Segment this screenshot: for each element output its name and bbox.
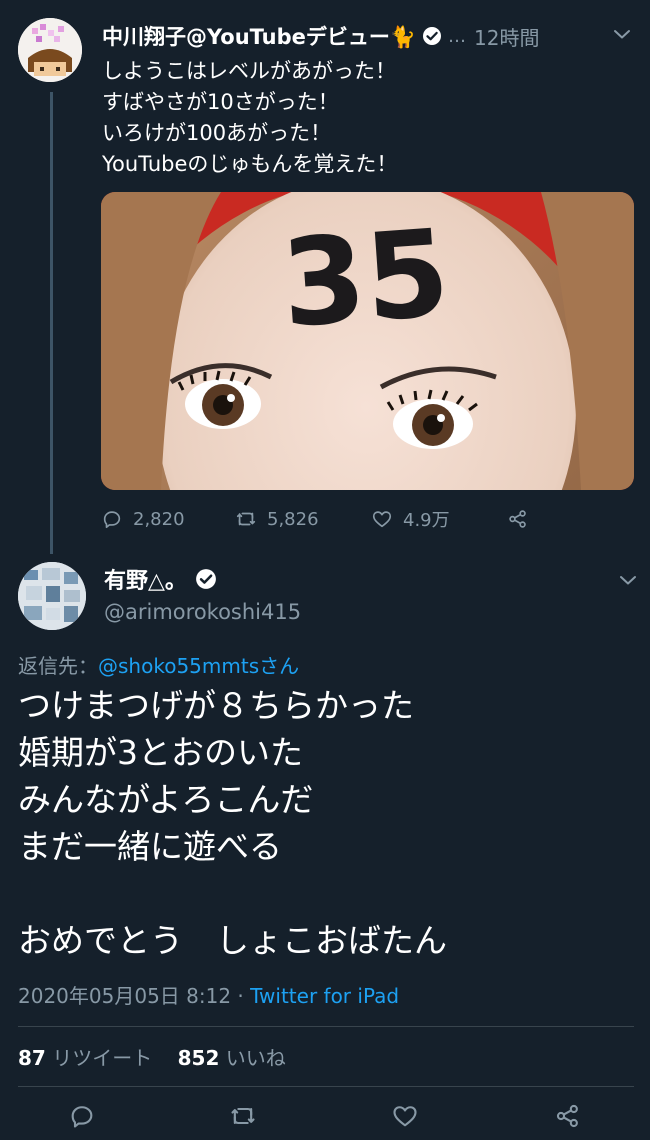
author-handle[interactable]: @arimorokoshi415	[104, 600, 301, 624]
avatar[interactable]	[18, 18, 82, 82]
retweet-count: 5,826	[267, 508, 319, 530]
reply-icon	[103, 511, 121, 529]
thread-connector-line	[50, 92, 53, 554]
tweet-line: しようこはレベルがあがった！	[102, 59, 396, 83]
likes-label: いいね	[225, 1046, 286, 1070]
tweet-header: 中川翔子@YouTubeデビュー🐈 … 12時間	[102, 20, 634, 52]
reply-line	[18, 870, 630, 917]
source-link[interactable]: Twitter for iPad	[250, 984, 399, 1008]
retweets-count: 87	[18, 1046, 46, 1070]
tweet-line: いろけが100あがった！	[102, 121, 332, 145]
reply-count: 2,820	[133, 508, 185, 530]
like-button[interactable]: 4.9万	[371, 506, 507, 532]
share-button[interactable]	[507, 508, 539, 530]
separator-dots: …	[448, 25, 467, 47]
like-icon	[372, 511, 392, 528]
engagement-stats: 87 リツイート 852 いいね	[18, 1042, 286, 1071]
tweet-meta: 2020年05月05日 8:12 · Twitter for iPad	[18, 980, 399, 1009]
retweets-stat[interactable]: 87 リツイート	[18, 1046, 152, 1070]
reply-to-line: 返信先：@shoko55mmtsさん	[18, 650, 299, 679]
divider	[18, 1086, 634, 1087]
tweet-time[interactable]: 12時間	[474, 22, 539, 51]
like-count: 4.9万	[403, 510, 450, 531]
retweets-label: リツイート	[52, 1046, 153, 1070]
tweet-action-bar: 2,820 5,826 4.9万	[101, 505, 541, 533]
likes-count: 852	[177, 1046, 220, 1070]
tweet-detail-screen: 中川翔子@YouTubeデビュー🐈 … 12時間 しようこはレベルがあがった！ …	[0, 0, 650, 1140]
reply-line: つけまつげが８ちらかった	[18, 686, 414, 725]
tweet-text: しようこはレベルがあがった！ すばやさが10さがった！ いろけが100あがった！…	[102, 56, 632, 180]
verified-badge-icon	[422, 26, 442, 46]
reply-line: まだ一緒に遊べる	[18, 827, 282, 866]
reply-action-bar	[0, 1100, 650, 1136]
reply-text: つけまつげが８ちらかった 婚期が3とおのいた みんながよろこんだ まだ一緒に遊べ…	[18, 682, 630, 964]
timestamp: 2020年05月05日 8:12 ·	[18, 984, 251, 1008]
retweet-icon[interactable]	[229, 1102, 257, 1130]
divider	[18, 1026, 634, 1027]
retweet-icon	[236, 512, 256, 526]
reply-button[interactable]: 2,820	[101, 508, 235, 530]
share-icon[interactable]	[554, 1102, 582, 1130]
photo-forehead-number: 35	[277, 204, 453, 354]
tweet-line: すばやさが10さがった！	[102, 90, 339, 114]
reply-to-mention[interactable]: @shoko55mmtsさん	[98, 654, 299, 678]
like-icon[interactable]	[391, 1102, 419, 1130]
retweet-button[interactable]: 5,826	[235, 508, 371, 530]
avatar[interactable]	[18, 562, 86, 630]
verified-badge-icon	[195, 568, 217, 590]
tweet-photo[interactable]: 35	[101, 192, 634, 490]
reply-author: 有野△。	[104, 564, 217, 594]
likes-stat[interactable]: 852 いいね	[178, 1046, 286, 1070]
reply-icon[interactable]	[68, 1102, 96, 1130]
reply-line: おめでとう しょこおばたん	[18, 921, 447, 960]
reply-line: みんながよろこんだ	[18, 780, 314, 819]
chevron-down-icon[interactable]	[616, 568, 640, 592]
chevron-down-icon[interactable]	[610, 22, 634, 46]
reply-line: 婚期が3とおのいた	[18, 733, 303, 772]
reply-to-label: 返信先：	[18, 654, 98, 678]
share-icon	[509, 510, 526, 528]
author-name[interactable]: 中川翔子@YouTubeデビュー🐈	[102, 21, 416, 51]
author-name[interactable]: 有野△。	[104, 563, 187, 595]
tweet-line: YouTubeのじゅもんを覚えた！	[102, 152, 398, 176]
